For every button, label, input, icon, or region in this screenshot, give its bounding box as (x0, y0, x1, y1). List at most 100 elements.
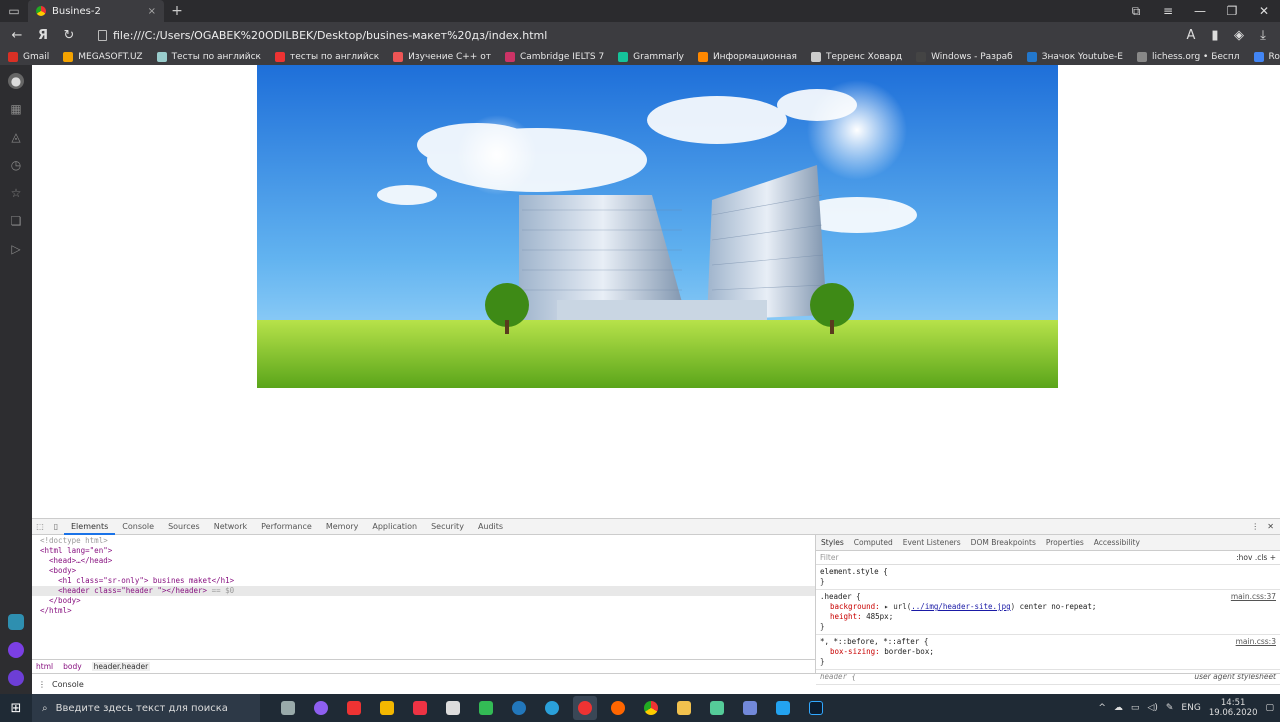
address-bar[interactable]: file:///C:/Users/OGABEK%20ODILBEK/Deskto… (92, 25, 1168, 45)
devtools-tab-network[interactable]: Network (207, 519, 254, 535)
back-button[interactable]: ← (6, 24, 28, 46)
crumb-html[interactable]: html (36, 662, 53, 671)
search-placeholder[interactable]: Введите здесь текст для поиска (56, 703, 228, 714)
bookmark-item[interactable]: Roboto - Google F (1253, 51, 1280, 62)
bookmark-icon[interactable]: ▮ (1204, 24, 1226, 46)
prop-name[interactable]: box-sizing: (830, 647, 880, 656)
close-tab-icon[interactable]: × (148, 6, 156, 17)
devtools-tab-memory[interactable]: Memory (319, 519, 366, 535)
onedrive-icon[interactable]: ☁ (1114, 703, 1123, 713)
more-icon[interactable]: ⋮ (1251, 522, 1259, 531)
dom-selected-row[interactable]: <header class="header "></header> == $0 (32, 586, 815, 596)
alice-icon[interactable] (8, 642, 24, 658)
taskbar-app-icon[interactable] (408, 696, 432, 720)
prop-value[interactable]: center no-repeat; (1020, 602, 1097, 611)
tray-arrow-icon[interactable]: ^ (1098, 703, 1106, 713)
alice-voice-icon[interactable] (8, 670, 24, 686)
inspect-icon[interactable]: ⬚ (32, 522, 48, 531)
bg-url-link[interactable]: ../img/header-site.jpg (911, 602, 1010, 611)
vscode-icon[interactable] (771, 696, 795, 720)
notifications-center-icon[interactable]: ▢ (1265, 703, 1274, 713)
prop-value[interactable]: 485px; (866, 612, 893, 621)
reload-button[interactable]: ↻ (58, 24, 80, 46)
styles-tab-event-listeners[interactable]: Event Listeners (898, 538, 966, 547)
devtools-tab-application[interactable]: Application (365, 519, 424, 535)
styles-filter[interactable]: Filter :hov .cls + (816, 551, 1280, 565)
windows-start-icon[interactable]: ⊞ (0, 701, 32, 716)
rule-source-link[interactable]: main.css:37 (1231, 592, 1276, 602)
styles-tab-properties[interactable]: Properties (1041, 538, 1089, 547)
close-devtools-icon[interactable]: ✕ (1267, 522, 1274, 531)
styles-tab-accessibility[interactable]: Accessibility (1089, 538, 1145, 547)
styles-tab-dom-breakpoints[interactable]: DOM Breakpoints (966, 538, 1041, 547)
discord-icon[interactable] (738, 696, 762, 720)
tabs-panel-icon[interactable]: ▭ (0, 0, 28, 22)
bookmark-item[interactable]: Терренс Ховард (810, 51, 902, 62)
dom-h1[interactable]: <h1 class="sr-only"> busines maket</h1> (58, 576, 234, 585)
browser-tab[interactable]: Busines-2 × (28, 0, 164, 22)
dom-doctype[interactable]: <!doctype html> (40, 536, 108, 545)
favorites-icon[interactable]: ☆ (8, 185, 24, 201)
bookmark-item[interactable]: Тесты по английск (156, 51, 261, 62)
telegram-icon[interactable] (540, 696, 564, 720)
bookmark-item[interactable]: Cambridge IELTS 7 (504, 51, 604, 62)
console-drawer-label[interactable]: Console (52, 680, 84, 689)
styles-tab-styles[interactable]: Styles (816, 538, 849, 547)
bookmark-item[interactable]: Grammarly (618, 51, 684, 62)
console-drawer[interactable]: ⋮ Console (32, 673, 1280, 695)
devtools-tab-elements[interactable]: Elements (64, 519, 116, 535)
filter-actions[interactable]: :hov .cls + (1236, 553, 1276, 562)
dom-body-open[interactable]: <body> (49, 566, 76, 575)
devtools-tab-console[interactable]: Console (115, 519, 161, 535)
crumb-header[interactable]: header.header (91, 662, 151, 671)
dom-tree[interactable]: <!doctype html> <html lang="en"> <head>…… (32, 535, 815, 658)
folder-icon[interactable] (672, 696, 696, 720)
dom-html-close[interactable]: </html> (40, 606, 72, 615)
restore-button[interactable]: ❐ (1216, 0, 1248, 22)
play-icon[interactable]: ▷ (8, 241, 24, 257)
devtools-tab-security[interactable]: Security (424, 519, 471, 535)
drawer-menu-icon[interactable]: ⋮ (38, 680, 46, 689)
new-tab-button[interactable]: + (164, 3, 190, 19)
devtools-tab-performance[interactable]: Performance (254, 519, 319, 535)
menu-icon[interactable]: ≡ (1152, 0, 1184, 22)
network-icon[interactable]: ▭ (1131, 703, 1140, 713)
bookmark-item[interactable]: Windows - Разраб (916, 51, 1013, 62)
language-indicator[interactable]: ENG (1181, 703, 1200, 713)
close-window-button[interactable]: ✕ (1248, 0, 1280, 22)
taskbar-app-icon[interactable] (474, 696, 498, 720)
prop-name[interactable]: height: (830, 612, 862, 621)
url-text[interactable]: file:///C:/Users/OGABEK%20ODILBEK/Deskto… (113, 29, 547, 42)
rule-source-link[interactable]: main.css:3 (1236, 637, 1276, 647)
downloads-icon[interactable]: ⤓ (1252, 24, 1274, 46)
bookmark-item[interactable]: lichess.org • Беспл (1136, 51, 1240, 62)
yandex-logo-icon[interactable]: Я (32, 24, 54, 46)
avatar[interactable]: ● (8, 73, 24, 89)
bookmark-item[interactable]: тесты по английск (274, 51, 379, 62)
photoshop-icon[interactable] (804, 696, 828, 720)
app-icon-1[interactable] (8, 614, 24, 630)
styles-tab-computed[interactable]: Computed (849, 538, 898, 547)
taskbar-search[interactable]: ⌕ Введите здесь текст для поиска (32, 694, 260, 722)
minimize-button[interactable]: — (1184, 0, 1216, 22)
dom-body-close[interactable]: </body> (49, 596, 81, 605)
bookmark-item[interactable]: Значок Youtube-E (1026, 51, 1123, 62)
pen-icon[interactable]: ✎ (1166, 703, 1174, 713)
devtools-tab-audits[interactable]: Audits (471, 519, 510, 535)
yandex-app-icon[interactable] (342, 696, 366, 720)
dom-head[interactable]: <head>…</head> (49, 556, 112, 565)
crumb-body[interactable]: body (63, 662, 82, 671)
task-view-icon[interactable] (276, 696, 300, 720)
bookmark-item[interactable]: Изучение C++ от (393, 51, 491, 62)
taskbar-app-icon[interactable] (705, 696, 729, 720)
yandex-browser-icon[interactable] (573, 696, 597, 720)
rule-box-sizing[interactable]: main.css:3 *, *::before, *::after { box-… (816, 635, 1280, 670)
notifications-icon[interactable]: ◬ (8, 129, 24, 145)
history-icon[interactable]: ◷ (8, 157, 24, 173)
prop-value[interactable]: border-box; (884, 647, 934, 656)
rule-element-style[interactable]: element.style { } (816, 565, 1280, 590)
prop-name[interactable]: background: (830, 602, 880, 611)
share-icon[interactable]: ⧉ (1120, 0, 1152, 22)
protect-icon[interactable]: ◈ (1228, 24, 1250, 46)
rule-header[interactable]: main.css:37 .header { background: ▸ url(… (816, 590, 1280, 635)
